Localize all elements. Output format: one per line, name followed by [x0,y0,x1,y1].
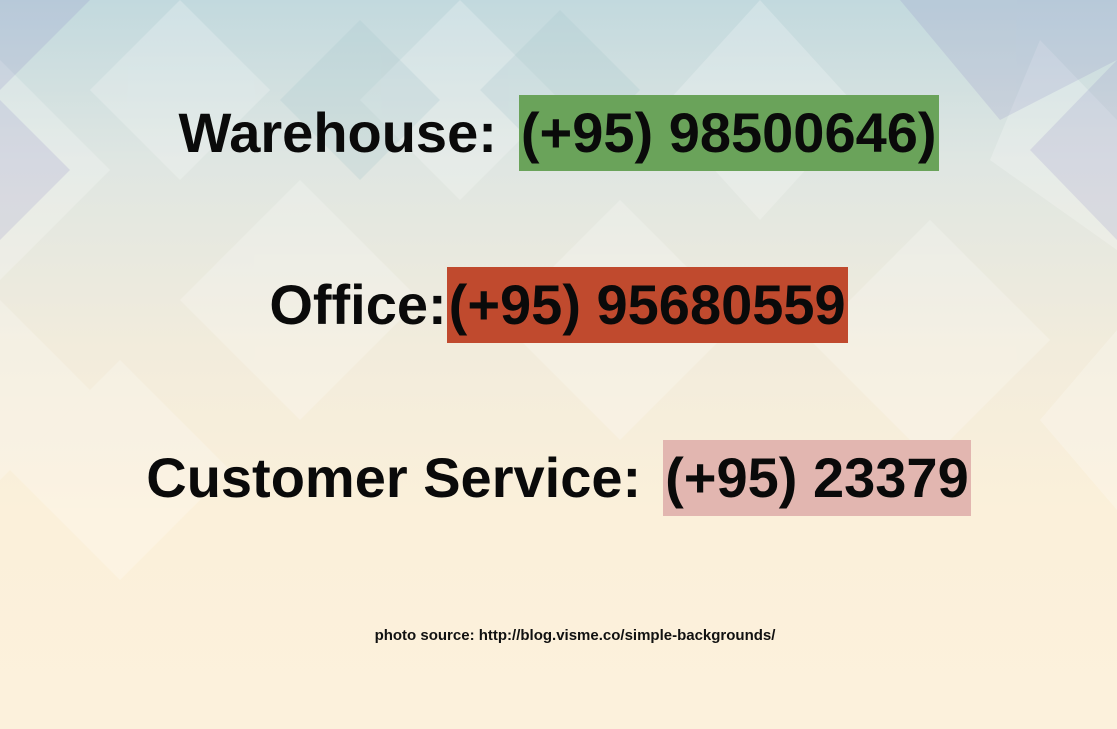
photo-source-caption: photo source: http://blog.visme.co/simpl… [374,627,776,644]
contact-slide: Warehouse: (+95) 98500646) Office: (+95)… [0,0,1117,729]
office-label: Office: [269,273,447,336]
warehouse-label: Warehouse: [178,101,497,164]
warehouse-number: (+95) 98500646) [518,95,939,171]
office-row: Office: (+95) 95680559 [0,267,1117,343]
customer-service-row: Customer Service: (+95) 23379 [0,440,1117,516]
office-number: (+95) 95680559 [446,267,848,343]
customer-service-number: (+95) 23379 [663,440,971,516]
customer-service-label: Customer Service: [146,446,642,509]
warehouse-row: Warehouse: (+95) 98500646) [0,95,1117,171]
